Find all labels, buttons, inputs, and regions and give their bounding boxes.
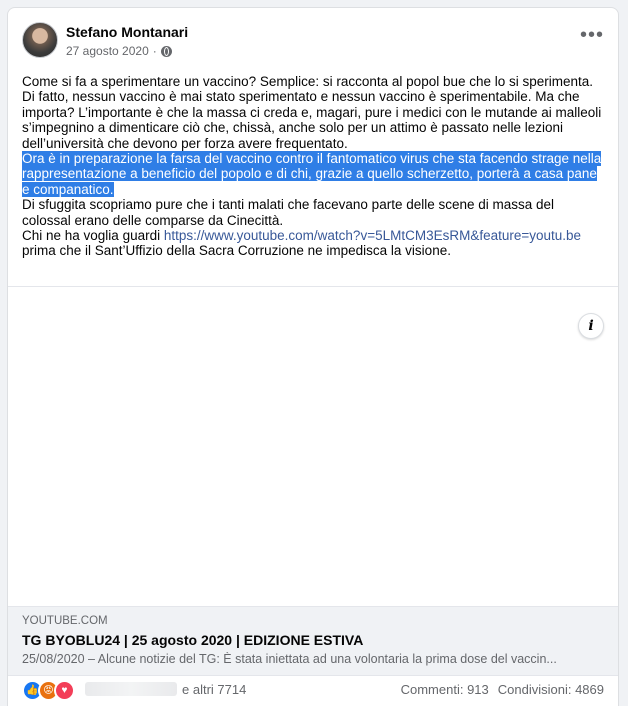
reactions-count[interactable]: e altri 7714 xyxy=(182,682,246,697)
author-name[interactable]: Stefano Montanari xyxy=(66,24,188,40)
preview-title[interactable]: TG BYOBLU24 | 25 agosto 2020 | EDIZIONE … xyxy=(22,632,363,648)
post-paragraph: Di sfuggita scopriamo pure che i tanti m… xyxy=(22,197,555,228)
avatar[interactable] xyxy=(22,22,58,58)
love-reaction-icon: ♥ xyxy=(54,680,75,701)
post-footer: 👍 😡 ♥ e altri 7714 Commenti: 913 Condivi… xyxy=(22,679,604,701)
post-header: Stefano Montanari 27 agosto 2020 · ••• xyxy=(22,22,604,62)
reactions-summary[interactable]: 👍 😡 ♥ xyxy=(22,680,75,701)
link-intro: Chi ne ha voglia guardi xyxy=(22,228,164,244)
globe-icon xyxy=(160,45,172,57)
link-preview[interactable]: YOUTUBE.COM TG BYOBLU24 | 25 agosto 2020… xyxy=(8,606,618,676)
comments-count[interactable]: Commenti: 913 xyxy=(401,682,489,697)
preview-description: 25/08/2020 – Alcune notizie del TG: È st… xyxy=(22,652,557,666)
link-outro: prima che il Sant’Uffizio della Sacra Co… xyxy=(22,243,451,259)
more-horizontal-icon[interactable]: ••• xyxy=(580,25,604,45)
video-thumbnail-area[interactable] xyxy=(8,286,618,607)
youtube-link[interactable]: https://www.youtube.com/watch?v=5LMtCM3E… xyxy=(164,228,581,243)
shares-count[interactable]: Condivisioni: 4869 xyxy=(498,682,604,697)
post-meta: 27 agosto 2020 · xyxy=(66,44,172,58)
post-text: Come si fa a sperimentare un vaccino? Se… xyxy=(22,74,606,259)
engagement-counts: Commenti: 913 Condivisioni: 4869 xyxy=(401,682,604,697)
info-icon[interactable]: i xyxy=(578,313,604,339)
selected-text: Ora è in preparazione la farsa del vacci… xyxy=(22,151,602,197)
post-card: Stefano Montanari 27 agosto 2020 · ••• C… xyxy=(7,7,619,706)
post-paragraph: Di fatto, nessun vaccino è mai stato spe… xyxy=(22,89,602,151)
post-paragraph: Come si fa a sperimentare un vaccino? Se… xyxy=(22,74,594,89)
post-paragraph: Chi ne ha voglia guardi https://www.yout… xyxy=(22,228,606,259)
post-date[interactable]: 27 agosto 2020 xyxy=(66,44,149,58)
blurred-names xyxy=(85,682,177,696)
preview-domain: YOUTUBE.COM xyxy=(22,615,108,627)
post-paragraph-highlighted: Ora è in preparazione la farsa del vacci… xyxy=(22,151,606,197)
